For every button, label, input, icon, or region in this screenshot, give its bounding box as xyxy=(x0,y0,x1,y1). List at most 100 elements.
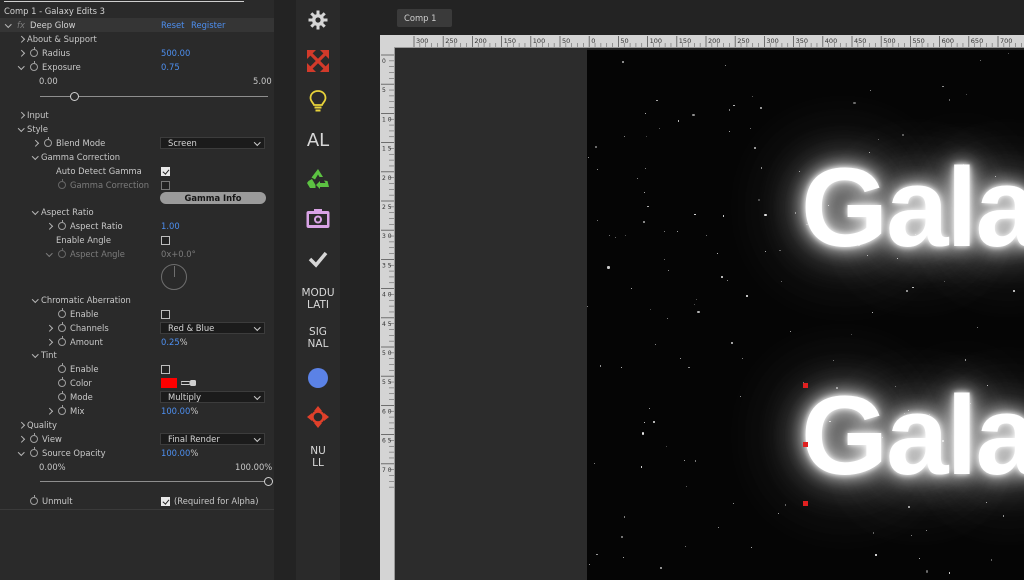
tint-group-row[interactable]: Tint xyxy=(0,348,274,362)
input-row[interactable]: Input xyxy=(0,108,274,122)
blue-circle-icon[interactable] xyxy=(307,367,329,389)
gamma-collapse-toggle[interactable] xyxy=(32,150,39,164)
tint-mode-dropdown[interactable]: Multiply xyxy=(160,391,265,403)
chromatic-collapse-toggle[interactable] xyxy=(32,293,39,307)
ruler-vertical[interactable]: 0 5 1 0 1 5 2 0 2 5 3 0 3 5 4 0 4 5 5 0 5 5 6 0 6 5 7 … xyxy=(380,47,395,580)
opacity-slider-track[interactable] xyxy=(40,481,268,482)
ca-enable-checkbox[interactable] xyxy=(161,310,170,319)
gamma-info-button[interactable]: Gamma Info xyxy=(160,192,266,204)
gamma-correction-checkbox[interactable] xyxy=(161,181,170,190)
camera-screenshot-icon[interactable] xyxy=(306,209,330,229)
amount-value[interactable]: 0.25% xyxy=(161,335,188,349)
enable-angle-checkbox[interactable] xyxy=(161,236,170,245)
mix-expand-toggle[interactable] xyxy=(46,404,53,418)
recycle-icon[interactable] xyxy=(307,169,329,189)
stopwatch-icon[interactable] xyxy=(58,391,66,401)
auto-detect-gamma-row: Auto Detect Gamma xyxy=(0,164,274,178)
source-opacity-value[interactable]: 100.00% xyxy=(161,446,198,460)
composition-canvas[interactable]: Gala Gala xyxy=(587,50,1024,580)
star xyxy=(679,357,681,359)
stopwatch-icon[interactable] xyxy=(58,336,66,346)
view-dropdown[interactable]: Final Render xyxy=(160,433,265,445)
stopwatch-icon[interactable] xyxy=(58,322,66,332)
stopwatch-icon[interactable] xyxy=(58,363,66,373)
reset-link[interactable]: Reset xyxy=(161,18,184,32)
aspect-ratio-collapse-toggle[interactable] xyxy=(32,205,39,219)
blend-mode-dropdown[interactable]: Screen xyxy=(160,137,265,149)
ruler-label: 700 xyxy=(1000,37,1012,45)
input-expand-toggle[interactable] xyxy=(18,108,25,122)
stopwatch-icon[interactable] xyxy=(58,377,66,387)
style-row[interactable]: Style xyxy=(0,122,274,136)
amount-expand-toggle[interactable] xyxy=(46,335,53,349)
red-expand-arrows-icon[interactable] xyxy=(307,50,329,72)
view-expand-toggle[interactable] xyxy=(18,432,25,446)
ruler-horizontal[interactable]: 300 250 200 150 100 50 0 50 100 150 200 250 300 350 40… xyxy=(380,35,1024,48)
gear-icon[interactable] xyxy=(308,10,328,30)
star xyxy=(668,270,670,272)
mix-number[interactable]: 100.00 xyxy=(161,406,190,416)
null-line2[interactable]: LL xyxy=(296,457,340,469)
aspect-ratio-expand-toggle[interactable] xyxy=(46,219,53,233)
channels-dropdown[interactable]: Red & Blue xyxy=(160,322,265,334)
unmult-checkbox[interactable] xyxy=(161,497,170,506)
modulati-line1[interactable]: MODU xyxy=(296,287,340,299)
exposure-collapse-toggle[interactable] xyxy=(18,60,25,74)
angle-dial[interactable] xyxy=(161,264,187,290)
aspect-ratio-group-row[interactable]: Aspect Ratio xyxy=(0,205,274,219)
channels-expand-toggle[interactable] xyxy=(46,321,53,335)
auto-detect-gamma-checkbox[interactable] xyxy=(161,167,170,176)
signal-line1[interactable]: SIG xyxy=(296,326,340,338)
tint-enable-checkbox[interactable] xyxy=(161,365,170,374)
tint-collapse-toggle[interactable] xyxy=(32,348,39,362)
radius-value[interactable]: 500.00 xyxy=(161,46,190,60)
fx-icon[interactable]: fx xyxy=(17,18,25,32)
signal-line2[interactable]: NAL xyxy=(296,338,340,350)
chromatic-group-row[interactable]: Chromatic Aberration xyxy=(0,293,274,307)
al-label[interactable]: AL xyxy=(296,131,340,151)
amount-number[interactable]: 0.25 xyxy=(161,337,180,347)
about-expand-toggle[interactable] xyxy=(18,32,25,46)
modulati-line2[interactable]: LATI xyxy=(296,299,340,311)
style-collapse-toggle[interactable] xyxy=(18,122,25,136)
source-opacity-collapse-toggle[interactable] xyxy=(18,446,25,460)
star xyxy=(696,298,698,301)
stopwatch-icon[interactable] xyxy=(30,47,38,57)
effect-collapse-toggle[interactable] xyxy=(5,18,12,32)
about-row[interactable]: About & Support xyxy=(0,32,274,46)
star xyxy=(649,309,651,311)
opacity-slider-knob[interactable] xyxy=(263,476,273,486)
stopwatch-icon[interactable] xyxy=(58,220,66,230)
stopwatch-icon[interactable] xyxy=(58,308,66,318)
exposure-value[interactable]: 0.75 xyxy=(161,60,180,74)
mix-value[interactable]: 100.00% xyxy=(161,404,198,418)
stopwatch-icon[interactable] xyxy=(30,433,38,443)
quality-row[interactable]: Quality xyxy=(0,418,274,432)
stopwatch-icon[interactable] xyxy=(30,447,38,457)
tab-comp-1[interactable]: Comp 1 xyxy=(397,9,452,27)
stopwatch-icon[interactable] xyxy=(58,405,66,415)
quality-expand-toggle[interactable] xyxy=(18,418,25,432)
mode-label: Mode xyxy=(70,392,93,402)
source-opacity-number[interactable]: 100.00 xyxy=(161,448,190,458)
eyedropper-icon[interactable] xyxy=(181,379,199,387)
stopwatch-icon[interactable] xyxy=(44,137,52,147)
tint-color-swatch[interactable] xyxy=(161,378,177,388)
red-target-arrows-icon[interactable] xyxy=(307,406,329,428)
gamma-group-row[interactable]: Gamma Correction xyxy=(0,150,274,164)
stopwatch-icon[interactable] xyxy=(30,61,38,71)
register-link[interactable]: Register xyxy=(191,18,225,32)
layer-handle[interactable] xyxy=(803,383,808,388)
layer-handle[interactable] xyxy=(803,501,808,506)
stopwatch-icon[interactable] xyxy=(30,495,38,505)
effect-header-row[interactable]: fx Deep Glow Reset Register xyxy=(0,18,274,32)
lightbulb-icon[interactable] xyxy=(309,90,327,112)
exposure-slider-knob[interactable] xyxy=(69,91,79,101)
null-line1[interactable]: NU xyxy=(296,445,340,457)
aspect-ratio-value[interactable]: 1.00 xyxy=(161,219,180,233)
aspect-angle-collapse-toggle[interactable] xyxy=(46,247,53,261)
blend-mode-expand-toggle[interactable] xyxy=(32,136,39,150)
checkmark-icon[interactable] xyxy=(308,250,328,268)
layer-handle[interactable] xyxy=(803,442,808,447)
radius-expand-toggle[interactable] xyxy=(18,46,25,60)
